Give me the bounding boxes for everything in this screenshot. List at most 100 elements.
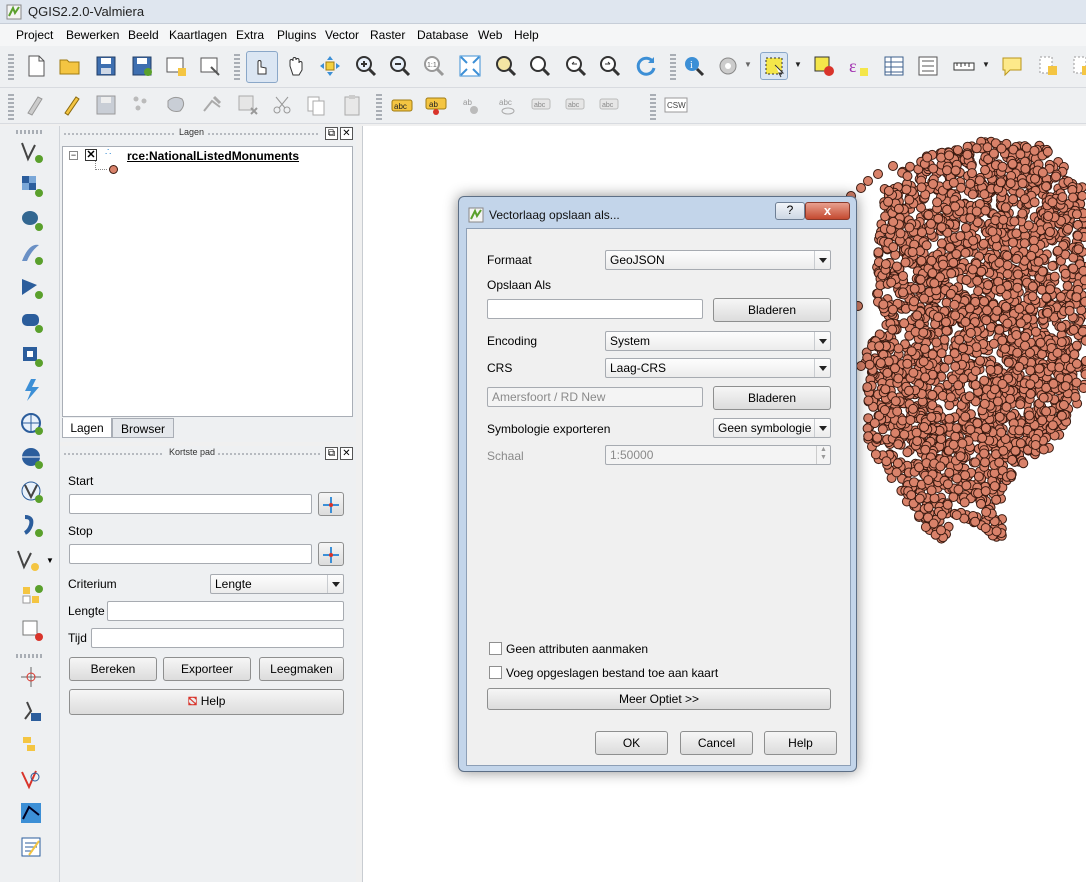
symbology-select[interactable]: Geen symbologie xyxy=(713,418,831,438)
dialog-help-button[interactable]: ? xyxy=(775,202,805,220)
browse-file-button[interactable]: Bladeren xyxy=(713,298,831,322)
paste-features-icon[interactable] xyxy=(338,91,366,119)
refresh-icon[interactable] xyxy=(632,52,660,80)
capture-start-point-button[interactable] xyxy=(318,492,344,516)
add-wcs-layer-icon[interactable] xyxy=(18,376,46,404)
panel-grip[interactable] xyxy=(64,453,164,455)
new-layer-icon[interactable] xyxy=(14,546,42,574)
chevron-down-icon[interactable]: ▼ xyxy=(46,556,54,565)
add-delimited-text-icon[interactable] xyxy=(18,478,46,506)
csw-icon[interactable]: CSW xyxy=(662,91,690,119)
crs-select[interactable]: Laag-CRS xyxy=(605,358,831,378)
toolbar-grip[interactable] xyxy=(650,94,656,120)
map-tips-icon[interactable] xyxy=(998,52,1026,80)
capture-stop-point-button[interactable] xyxy=(318,542,344,566)
toolbar-grip[interactable] xyxy=(376,94,382,120)
new-bookmark-icon[interactable] xyxy=(1034,52,1062,80)
toggle-editing-icon[interactable] xyxy=(58,91,86,119)
add-gpx-layer-icon[interactable] xyxy=(18,512,46,540)
browse-crs-button[interactable]: Bladeren xyxy=(713,386,831,410)
open-project-icon[interactable] xyxy=(56,52,84,80)
new-project-icon[interactable] xyxy=(22,52,50,80)
add-oracle-layer-icon[interactable] xyxy=(18,308,46,336)
add-postgis-layer-icon[interactable] xyxy=(18,206,46,234)
no-attributes-checkbox[interactable] xyxy=(489,642,502,655)
road-graph-icon[interactable] xyxy=(18,800,46,828)
pan-hand-icon[interactable] xyxy=(282,52,310,80)
rotate-label-icon[interactable]: abc xyxy=(562,91,590,119)
save-edits-icon[interactable] xyxy=(92,91,120,119)
pan-to-selection-icon[interactable] xyxy=(316,52,344,80)
tab-layers[interactable]: Lagen xyxy=(62,418,112,438)
move-label-icon[interactable]: abc xyxy=(528,91,556,119)
menu-project[interactable]: Project xyxy=(16,28,53,42)
zoom-in-icon[interactable] xyxy=(352,52,380,80)
coordinate-capture-icon[interactable] xyxy=(18,732,46,760)
toolbar-grip[interactable] xyxy=(16,130,42,134)
chevron-down-icon[interactable]: ▼ xyxy=(794,60,802,69)
menu-database[interactable]: Database xyxy=(417,28,468,42)
cancel-button[interactable]: Cancel xyxy=(680,731,753,755)
node-tool-icon[interactable] xyxy=(198,91,226,119)
select-features-icon[interactable] xyxy=(760,52,788,80)
add-to-map-checkbox[interactable] xyxy=(489,666,502,679)
panel-grip[interactable] xyxy=(218,453,320,455)
composer-manager-icon[interactable] xyxy=(196,52,224,80)
float-panel-icon[interactable]: ⧉ xyxy=(325,447,338,460)
route-help-button[interactable]: ⛞ Help xyxy=(69,689,344,715)
menu-raster[interactable]: Raster xyxy=(370,28,405,42)
new-print-composer-icon[interactable] xyxy=(162,52,190,80)
statistics-icon[interactable] xyxy=(914,52,942,80)
zoom-out-icon[interactable] xyxy=(386,52,414,80)
toolbar-grip[interactable] xyxy=(670,54,676,80)
export-button[interactable]: Exporteer xyxy=(163,657,251,681)
add-mssql-layer-icon[interactable] xyxy=(18,274,46,302)
menu-plugins[interactable]: Plugins xyxy=(277,28,316,42)
save-as-icon[interactable] xyxy=(128,52,156,80)
zoom-full-icon[interactable] xyxy=(456,52,484,80)
python-console-icon[interactable] xyxy=(18,834,46,862)
copy-features-icon[interactable] xyxy=(302,91,330,119)
layer-name[interactable]: rce:NationalListedMonuments xyxy=(127,149,299,163)
menu-beeld[interactable]: Beeld xyxy=(128,28,159,42)
current-edits-icon[interactable] xyxy=(22,91,50,119)
add-virtual-layer-icon[interactable] xyxy=(18,582,46,610)
show-bookmarks-icon[interactable] xyxy=(1068,52,1086,80)
remove-layer-icon[interactable] xyxy=(18,616,46,644)
tab-browser[interactable]: Browser xyxy=(112,418,174,438)
menu-kaartlagen[interactable]: Kaartlagen xyxy=(169,28,227,42)
attribute-table-icon[interactable] xyxy=(880,52,908,80)
format-select[interactable]: GeoJSON xyxy=(605,250,831,270)
touch-zoom-pan-icon[interactable] xyxy=(246,51,278,83)
add-raster-layer-icon[interactable] xyxy=(18,172,46,200)
toolbar-grip[interactable] xyxy=(234,54,240,80)
run-feature-action-icon[interactable] xyxy=(714,52,742,80)
chevron-down-icon[interactable]: ▼ xyxy=(744,60,752,69)
collapse-icon[interactable]: − xyxy=(69,151,78,160)
panel-grip[interactable] xyxy=(64,133,174,135)
change-label-icon[interactable]: abc xyxy=(596,91,624,119)
dialog-close-button[interactable]: x xyxy=(805,202,850,220)
cut-features-icon[interactable] xyxy=(268,91,296,119)
delete-selected-icon[interactable] xyxy=(234,91,262,119)
menu-extra[interactable]: Extra xyxy=(236,28,264,42)
move-feature-icon[interactable] xyxy=(162,91,190,119)
dialog-help-text-button[interactable]: Help xyxy=(764,731,837,755)
identify-icon[interactable]: i xyxy=(680,52,708,80)
stop-input[interactable] xyxy=(69,544,312,564)
layer-visibility-checkbox[interactable]: ✕ xyxy=(85,149,97,161)
add-wms-layer-icon[interactable] xyxy=(18,342,46,370)
close-panel-icon[interactable]: ✕ xyxy=(340,447,353,460)
crosshair-icon[interactable] xyxy=(18,664,46,692)
layer-labeling-icon[interactable]: abc xyxy=(388,91,416,119)
zoom-to-selection-icon[interactable] xyxy=(492,52,520,80)
topology-checker-icon[interactable] xyxy=(18,766,46,794)
toolbar-grip[interactable] xyxy=(8,94,14,120)
menu-help[interactable]: Help xyxy=(514,28,539,42)
add-globe-layer-icon[interactable] xyxy=(18,444,46,472)
toolbar-grip[interactable] xyxy=(8,54,14,80)
highlight-pinned-labels-icon[interactable]: ab xyxy=(458,91,486,119)
deselect-all-icon[interactable] xyxy=(810,52,838,80)
measure-line-icon[interactable] xyxy=(950,52,978,80)
zoom-last-icon[interactable] xyxy=(562,52,590,80)
